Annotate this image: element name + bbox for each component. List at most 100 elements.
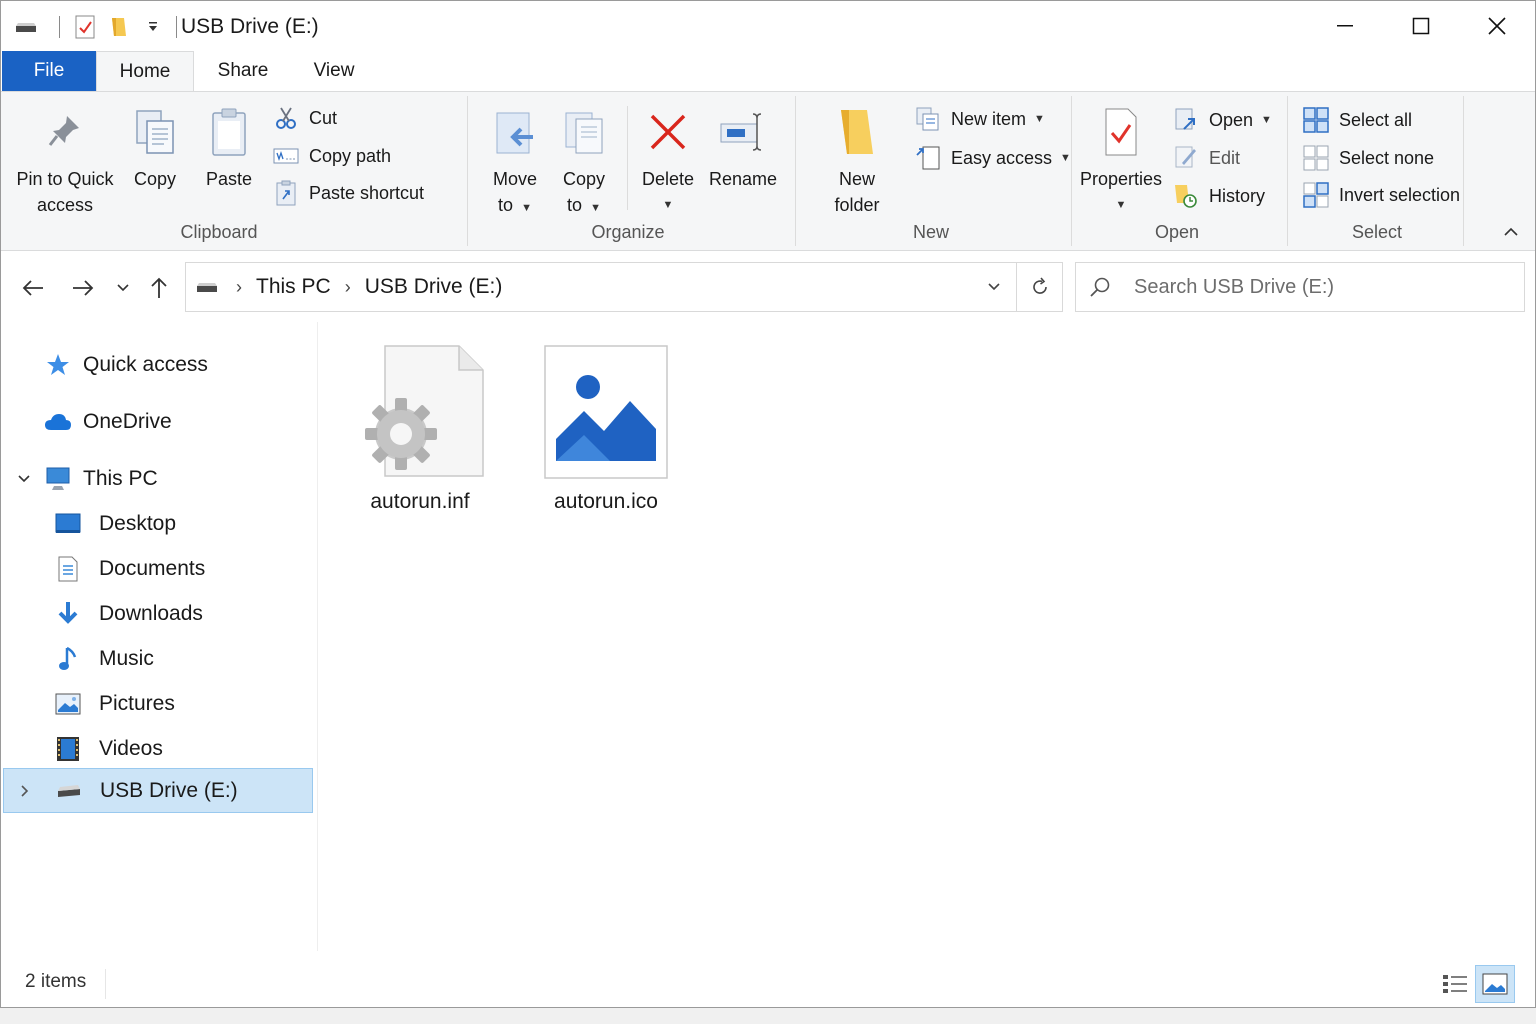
caret-down-icon: ▼ <box>1034 113 1045 125</box>
copy-to-button[interactable]: Copy to ▼ <box>553 104 615 221</box>
invert-selection-icon <box>1303 182 1329 208</box>
group-separator <box>795 96 796 246</box>
breadcrumb-chevron-icon[interactable]: › <box>236 277 242 298</box>
new-item-button[interactable]: New item ▼ <box>915 104 1045 134</box>
select-all-button[interactable]: Select all <box>1303 105 1412 135</box>
nav-label: Documents <box>99 556 206 580</box>
minimize-button[interactable] <box>1307 1 1383 51</box>
qat-separator <box>176 16 177 38</box>
tab-file[interactable]: File <box>2 51 96 91</box>
delete-button[interactable]: Delete ▼ <box>637 104 699 218</box>
collapse-ribbon-button[interactable] <box>1501 222 1521 242</box>
nav-item-music[interactable]: Music <box>1 636 313 681</box>
pin-to-quick-access-button[interactable]: Pin to Quick access <box>15 104 115 218</box>
chevron-down-icon[interactable] <box>15 470 33 488</box>
select-none-button[interactable]: Select none <box>1303 143 1434 173</box>
maximize-icon <box>1412 17 1430 35</box>
file-item-autorun-inf[interactable]: autorun.inf <box>345 342 495 514</box>
nav-item-videos[interactable]: Videos <box>1 726 313 771</box>
details-view-button[interactable] <box>1435 965 1475 1003</box>
nav-label: Desktop <box>99 511 177 535</box>
invert-selection-button[interactable]: Invert selection <box>1303 180 1460 210</box>
group-label-open: Open <box>1154 222 1200 242</box>
breadcrumb-usb-drive[interactable]: USB Drive (E:) <box>365 275 503 299</box>
paste-shortcut-button[interactable]: Paste shortcut <box>273 178 424 208</box>
new-folder-label-2: folder <box>834 195 880 215</box>
open-icon <box>1173 107 1199 133</box>
nav-item-pictures[interactable]: Pictures <box>1 681 313 726</box>
copy-button[interactable]: Copy <box>127 104 183 192</box>
quick-access-toolbar <box>13 13 189 41</box>
address-bar[interactable]: › This PC › USB Drive (E:) <box>185 262 1063 312</box>
paste-label: Paste <box>205 169 253 189</box>
edit-button[interactable]: Edit <box>1173 143 1240 173</box>
large-icons-view-button[interactable] <box>1475 965 1515 1003</box>
customize-qat-icon[interactable] <box>140 14 166 40</box>
new-folder-icon[interactable] <box>106 14 132 40</box>
nav-item-onedrive[interactable]: OneDrive <box>1 399 313 444</box>
nav-item-desktop[interactable]: Desktop <box>1 501 313 546</box>
nav-item-usb-drive[interactable]: USB Drive (E:) <box>3 768 313 813</box>
move-to-button[interactable]: Move to ▼ <box>485 104 545 221</box>
scissors-icon <box>273 105 299 131</box>
folder-icon <box>833 104 881 160</box>
nav-item-documents[interactable]: Documents <box>1 546 313 591</box>
refresh-icon <box>1032 277 1047 294</box>
refresh-button[interactable] <box>1016 263 1062 311</box>
taskbar-strip <box>0 1008 1536 1024</box>
close-button[interactable] <box>1459 1 1535 51</box>
search-input[interactable]: Search USB Drive (E:) <box>1134 263 1334 311</box>
paste-shortcut-label: Paste shortcut <box>309 182 425 203</box>
search-box[interactable]: Search USB Drive (E:) <box>1075 262 1525 312</box>
navigation-pane: Quick access OneDrive This PC Desktop Do… <box>1 322 318 951</box>
forward-button[interactable] <box>69 274 97 302</box>
invert-selection-label: Invert selection <box>1339 184 1461 205</box>
breadcrumb-chevron-icon[interactable]: › <box>345 277 351 298</box>
copy-path-button[interactable]: Copy path <box>273 141 391 171</box>
title-bar: USB Drive (E:) <box>1 1 1535 51</box>
drive-icon[interactable] <box>13 14 39 40</box>
recent-locations-button[interactable] <box>111 274 135 302</box>
address-history-button[interactable] <box>982 275 1006 299</box>
large-icons-view-icon <box>1482 973 1508 995</box>
chevron-right-icon[interactable] <box>16 782 34 800</box>
copy-icon <box>131 104 179 160</box>
nav-item-quick-access[interactable]: Quick access <box>1 342 313 387</box>
history-button[interactable]: History <box>1173 181 1265 211</box>
paste-icon <box>205 104 253 160</box>
videos-icon <box>53 734 83 764</box>
rename-button[interactable]: Rename <box>709 104 777 192</box>
properties-button[interactable]: Properties ▼ <box>1080 104 1162 218</box>
easy-access-button[interactable]: Easy access ▼ <box>915 143 1071 173</box>
open-button[interactable]: Open ▼ <box>1173 105 1272 135</box>
edit-label: Edit <box>1209 147 1241 168</box>
nav-item-downloads[interactable]: Downloads <box>1 591 313 636</box>
nav-label: Videos <box>99 736 163 760</box>
tab-view[interactable]: View <box>293 51 375 91</box>
cut-button[interactable]: Cut <box>273 103 337 133</box>
tab-home[interactable]: Home <box>96 51 194 92</box>
paste-button[interactable]: Paste <box>201 104 257 192</box>
move-to-icon <box>491 104 539 160</box>
up-button[interactable] <box>145 274 173 302</box>
maximize-button[interactable] <box>1383 1 1459 51</box>
minimize-icon <box>1337 25 1353 27</box>
file-item-autorun-ico[interactable]: autorun.ico <box>531 342 681 514</box>
nav-item-this-pc[interactable]: This PC <box>1 456 313 501</box>
pin-label-2: access <box>36 195 94 215</box>
new-item-label: New item <box>951 108 1027 129</box>
properties-icon[interactable] <box>72 14 98 40</box>
cut-label: Cut <box>309 107 338 128</box>
chevron-down-icon <box>988 283 1000 291</box>
paste-shortcut-icon <box>273 180 299 206</box>
chevron-down-icon <box>117 284 129 292</box>
new-folder-button[interactable]: New folder <box>825 104 889 218</box>
address-row: › This PC › USB Drive (E:) Search USB Dr… <box>1 252 1535 322</box>
tab-share[interactable]: Share <box>201 51 285 91</box>
back-button[interactable] <box>19 274 47 302</box>
new-item-icon <box>915 106 941 132</box>
rename-icon <box>719 104 767 160</box>
group-label-clipboard: Clipboard <box>180 222 258 242</box>
easy-access-icon <box>915 145 941 171</box>
breadcrumb-this-pc[interactable]: This PC <box>256 275 331 299</box>
